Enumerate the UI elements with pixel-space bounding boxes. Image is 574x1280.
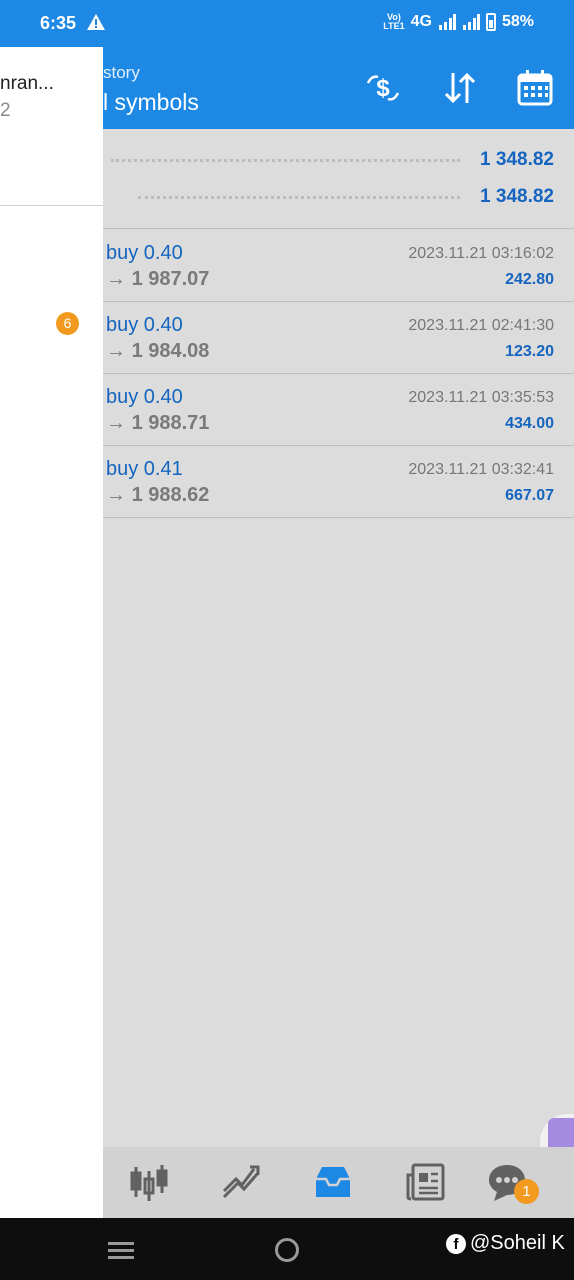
deal-price: → 1 988.62 [106,484,210,506]
summary-value: 1 348.82 [480,186,554,207]
facebook-icon: f [446,1233,466,1254]
chart-icon[interactable] [220,1161,262,1203]
deal-price: → 1 984.08 [106,340,210,362]
status-time: 6:35 [40,13,77,33]
deal-type: buy 0.40 [106,314,183,336]
arrow-icon: → [106,412,126,434]
deal-profit: 123.20 [505,343,554,360]
sort-icon[interactable] [441,69,479,107]
header-subtitle: story [103,63,140,82]
calendar-icon[interactable] [516,69,554,107]
watermark-text: @Soheil K [470,1232,565,1254]
deal-time: 2023.11.21 03:16:02 [408,245,554,262]
status-indicators: Vo) LTE1 4G 58% [383,13,534,31]
currency-icon[interactable]: $ [364,69,402,107]
watermark: f @Soheil K [446,1232,565,1255]
network-type: 4G [410,13,432,30]
warning-icon [87,14,105,30]
drawer-account[interactable]: nran... 2 [0,47,103,206]
status-bar: 6:35 Vo) LTE1 4G 58% [0,0,574,47]
leader-dots [138,195,461,199]
deal-time: 2023.11.21 03:35:53 [408,389,554,406]
arrow-icon: → [106,484,126,506]
signal-icon [438,14,456,30]
chat-badge: 1 [514,1179,539,1204]
summary-row: 1 348.82 [130,184,554,210]
volte-indicator: Vo) LTE1 [383,12,405,31]
recent-apps-icon[interactable] [108,1242,134,1260]
news-icon[interactable] [405,1161,447,1203]
deal-type: buy 0.40 [106,386,183,408]
navigation-drawer: nran... 2 6 [0,47,103,1218]
trade-icon[interactable] [312,1161,354,1203]
deal-profit: 242.80 [505,271,554,288]
signal-icon [462,14,480,30]
arrow-icon: → [106,268,126,290]
deal-price: → 1 988.71 [106,412,210,434]
quotes-icon[interactable] [128,1161,170,1203]
account-name: nran... [0,73,54,94]
deal-type: buy 0.41 [106,458,183,480]
deal-type: buy 0.40 [106,242,183,264]
home-icon[interactable] [275,1238,299,1262]
deal-profit: 667.07 [505,487,554,504]
svg-text:$: $ [376,75,390,102]
deal-time: 2023.11.21 02:41:30 [408,317,554,334]
leader-dots [111,158,461,162]
account-number: 2 [0,100,11,121]
system-nav-bar: f @Soheil K [0,1218,574,1280]
deal-time: 2023.11.21 03:32:41 [408,461,554,478]
drawer-badge: 6 [56,312,79,335]
header-title[interactable]: l symbols [103,89,199,116]
deal-price: → 1 987.07 [106,268,210,290]
battery-level: 58% [501,13,534,30]
summary-row: 1 348.82 [103,147,554,173]
summary-value: 1 348.82 [480,149,554,170]
battery-icon [485,13,496,31]
arrow-icon: → [106,340,126,362]
deal-profit: 434.00 [505,415,554,432]
